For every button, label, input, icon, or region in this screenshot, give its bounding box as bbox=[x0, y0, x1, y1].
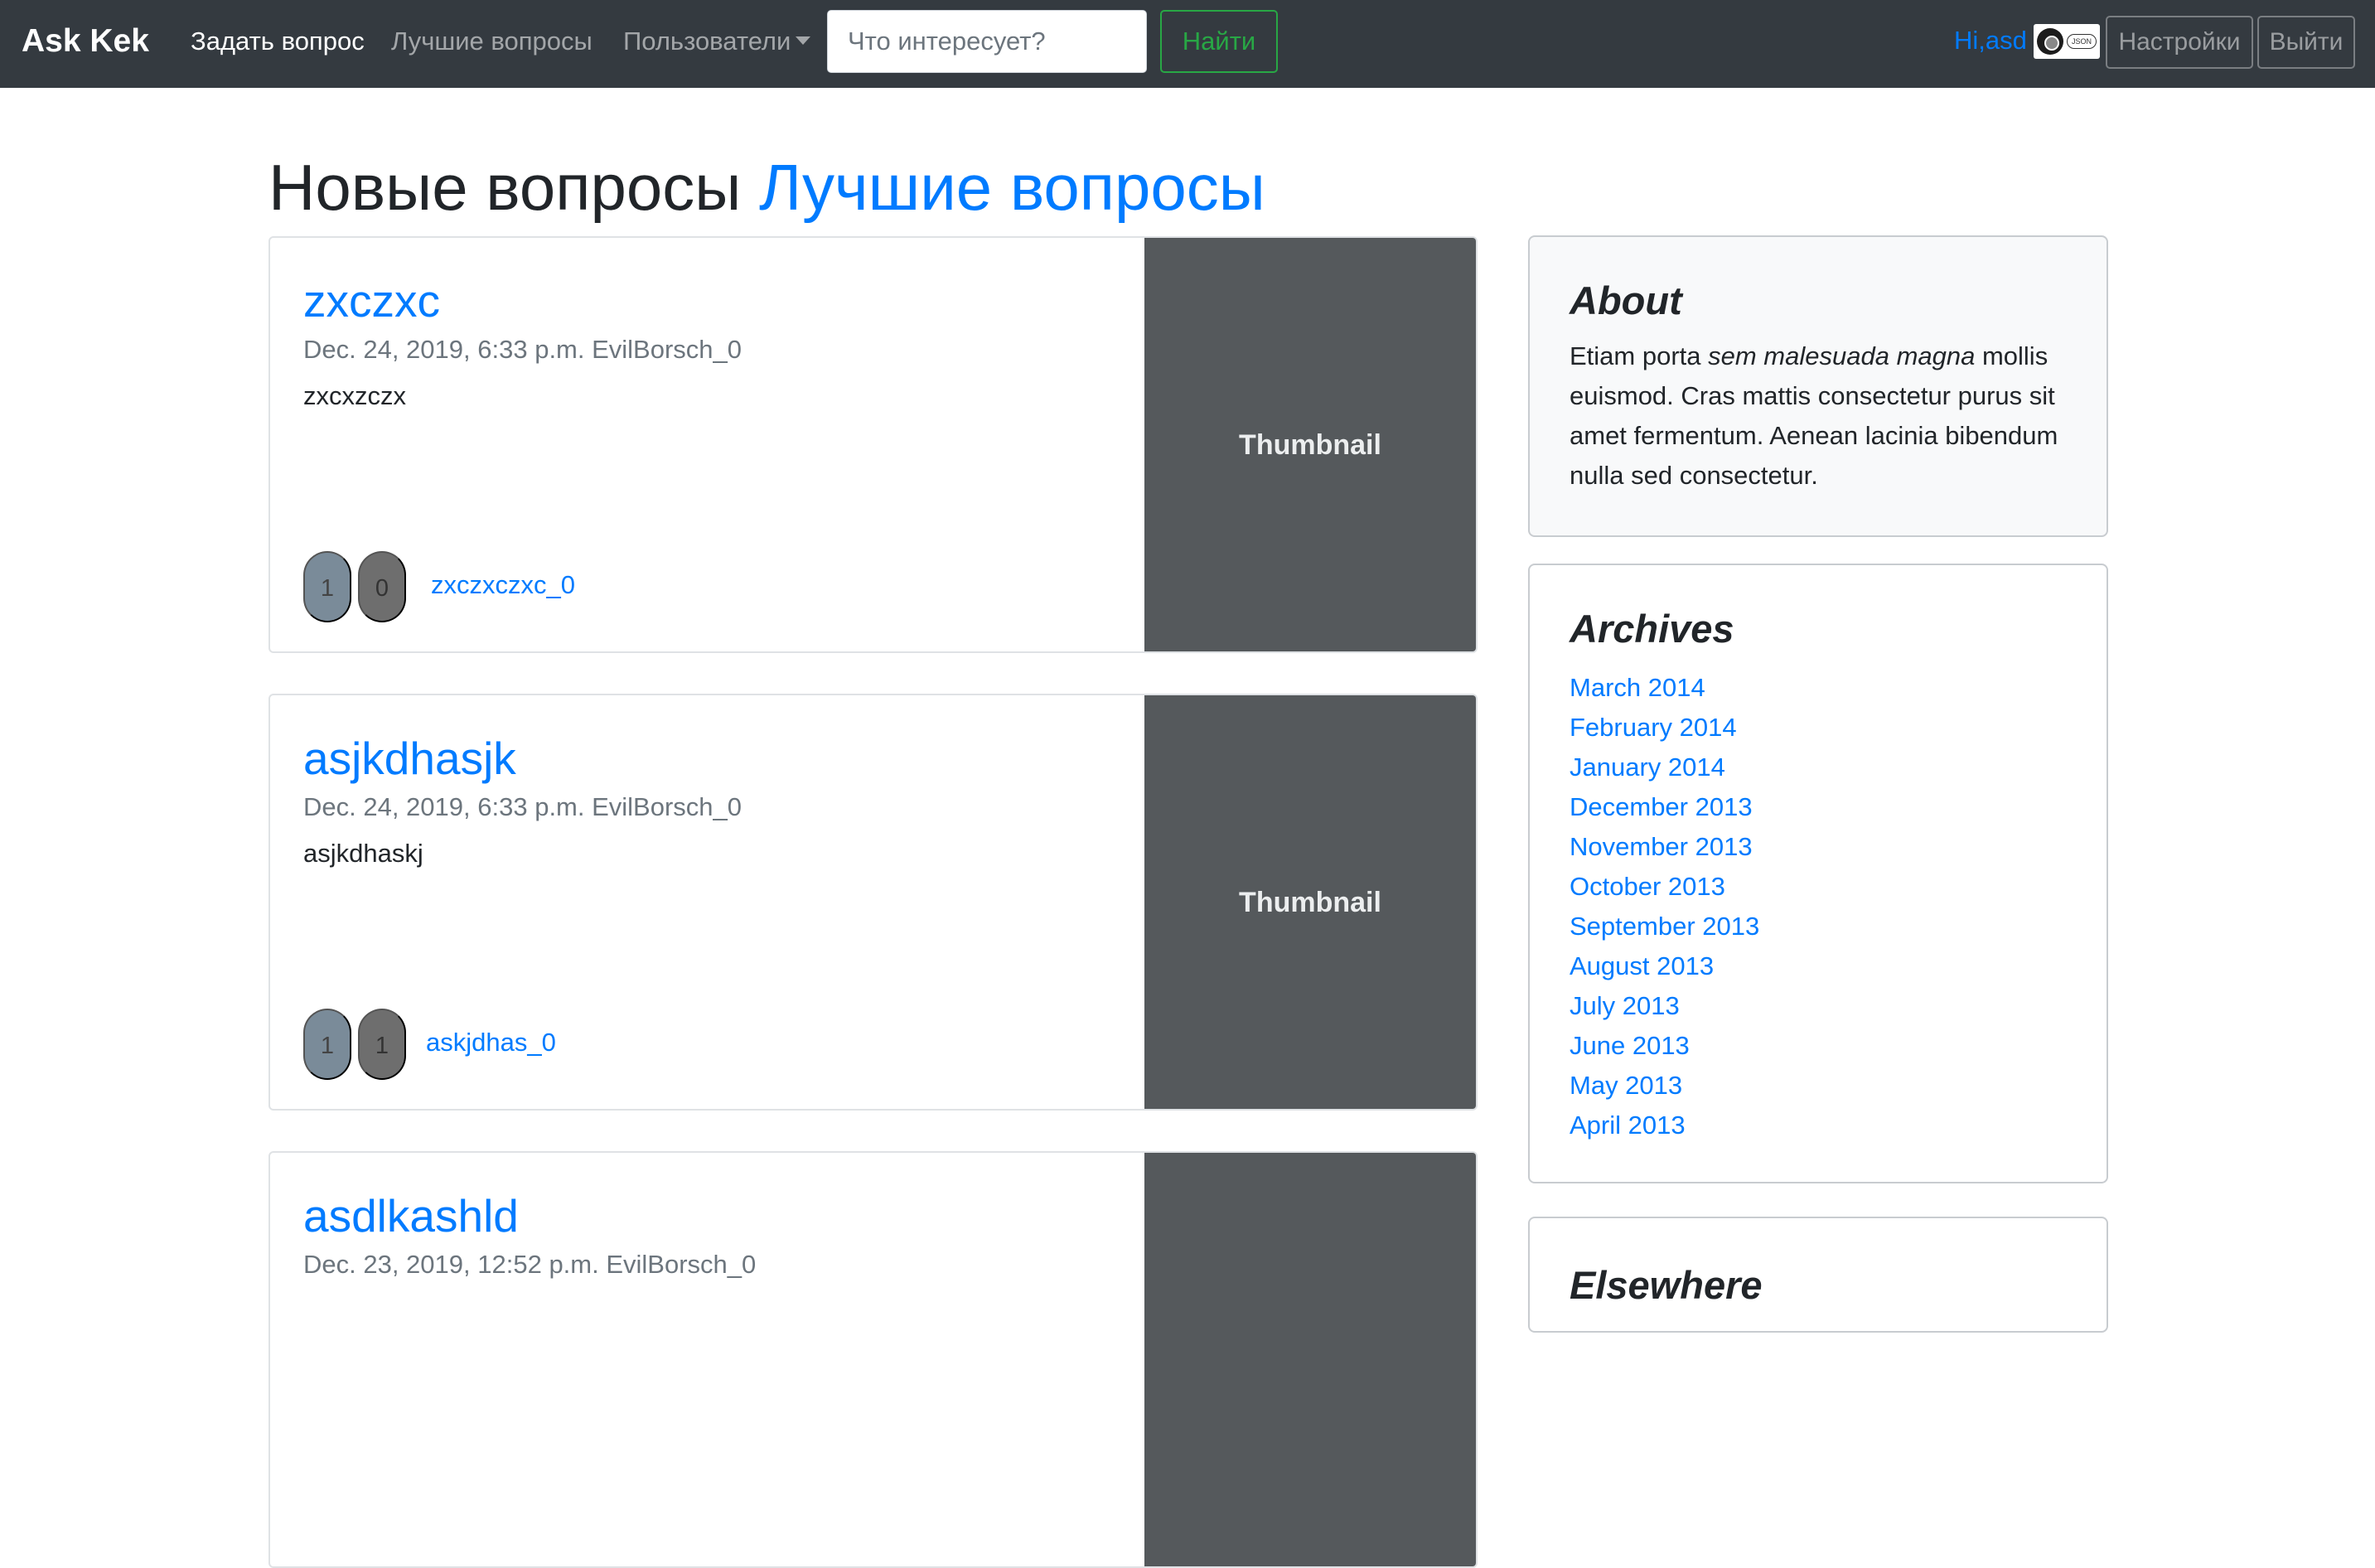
elsewhere-panel: Elsewhere bbox=[1528, 1217, 2108, 1333]
question-title-link[interactable]: zxczxc bbox=[303, 271, 440, 331]
about-text: Etiam porta sem malesuada magna mollis e… bbox=[1570, 336, 2083, 496]
archive-link[interactable]: October 2013 bbox=[1570, 867, 1759, 907]
archives-panel: Archives March 2014 February 2014 Januar… bbox=[1528, 564, 2108, 1183]
avatar[interactable]: JSON bbox=[2034, 24, 2100, 59]
nav-users-label: Пользователи bbox=[623, 27, 791, 56]
navbar: Ask Kek Задать вопрос Лучшие вопросы Пол… bbox=[0, 0, 2375, 88]
archive-link[interactable]: May 2013 bbox=[1570, 1066, 1759, 1106]
logout-button[interactable]: Выйти bbox=[2257, 16, 2355, 69]
search-button[interactable]: Найти bbox=[1160, 10, 1278, 73]
archives-title: Archives bbox=[1570, 607, 1734, 651]
archive-link[interactable]: March 2014 bbox=[1570, 668, 1759, 708]
brand-logo[interactable]: Ask Kek bbox=[22, 18, 149, 65]
chevron-down-icon bbox=[796, 36, 811, 45]
question-text: zxcxzczx bbox=[303, 381, 406, 410]
question-meta: Dec. 23, 2019, 12:52 p.m. EvilBorsch_0 bbox=[303, 1250, 757, 1279]
about-title: About bbox=[1570, 278, 1682, 322]
question-title-link[interactable]: asdlkashld bbox=[303, 1186, 519, 1246]
question-card: asdlkashld Dec. 23, 2019, 12:52 p.m. Evi… bbox=[268, 1151, 1478, 1568]
like-button[interactable]: 1 bbox=[303, 1009, 351, 1080]
dislike-button[interactable]: 0 bbox=[358, 551, 406, 622]
nav-users-dropdown[interactable]: Пользователи bbox=[623, 21, 811, 62]
about-text-start: Etiam porta bbox=[1570, 341, 1709, 370]
about-text-emphasis: sem malesuada magna bbox=[1708, 341, 1976, 370]
archive-link[interactable]: July 2013 bbox=[1570, 986, 1759, 1026]
settings-button[interactable]: Настройки bbox=[2106, 16, 2253, 69]
question-tag-link[interactable]: askjdhas_0 bbox=[426, 1024, 556, 1062]
question-meta: Dec. 24, 2019, 6:33 p.m. EvilBorsch_0 bbox=[303, 335, 742, 364]
thumbnail-image bbox=[1144, 1153, 1476, 1566]
archive-link[interactable]: January 2014 bbox=[1570, 748, 1759, 787]
like-button[interactable]: 1 bbox=[303, 551, 351, 622]
question-card: zxczxc Dec. 24, 2019, 6:33 p.m. EvilBors… bbox=[268, 236, 1478, 653]
nav-ask-question[interactable]: Задать вопрос bbox=[191, 21, 365, 62]
dislike-button[interactable]: 1 bbox=[358, 1009, 406, 1080]
archive-link[interactable]: August 2013 bbox=[1570, 946, 1759, 986]
page-title: Новые вопросы Лучшие вопросы bbox=[268, 146, 1265, 229]
archives-list: March 2014 February 2014 January 2014 De… bbox=[1570, 668, 1759, 1145]
heading-new-questions: Новые вопросы bbox=[268, 151, 742, 224]
thumbnail-label: Thumbnail bbox=[1239, 887, 1381, 918]
question-text: asjkdhaskj bbox=[303, 839, 423, 868]
avatar-ring-icon bbox=[2037, 28, 2063, 55]
question-meta: Dec. 24, 2019, 6:33 p.m. EvilBorsch_0 bbox=[303, 792, 742, 821]
about-panel: About Etiam porta sem malesuada magna mo… bbox=[1528, 235, 2108, 537]
thumbnail-image: Thumbnail bbox=[1144, 695, 1476, 1109]
elsewhere-title: Elsewhere bbox=[1570, 1263, 1763, 1307]
archive-link[interactable]: September 2013 bbox=[1570, 907, 1759, 946]
thumbnail-image: Thumbnail bbox=[1144, 238, 1476, 651]
archive-link[interactable]: June 2013 bbox=[1570, 1026, 1759, 1066]
question-tag-link[interactable]: zxczxczxc_0 bbox=[431, 566, 575, 604]
question-card: asjkdhasjk Dec. 24, 2019, 6:33 p.m. Evil… bbox=[268, 694, 1478, 1111]
archive-link[interactable]: February 2014 bbox=[1570, 708, 1759, 748]
archive-link[interactable]: April 2013 bbox=[1570, 1106, 1759, 1145]
archive-link[interactable]: December 2013 bbox=[1570, 787, 1759, 827]
user-greeting-link[interactable]: Hi,asd bbox=[1954, 20, 2027, 61]
nav-best-questions[interactable]: Лучшие вопросы bbox=[391, 21, 593, 62]
thumbnail-label: Thumbnail bbox=[1239, 429, 1381, 461]
question-title-link[interactable]: asjkdhasjk bbox=[303, 728, 516, 788]
archive-link[interactable]: November 2013 bbox=[1570, 827, 1759, 867]
heading-best-questions-link[interactable]: Лучшие вопросы bbox=[759, 151, 1265, 224]
avatar-tag: JSON bbox=[2067, 34, 2097, 49]
search-input[interactable] bbox=[827, 10, 1147, 73]
